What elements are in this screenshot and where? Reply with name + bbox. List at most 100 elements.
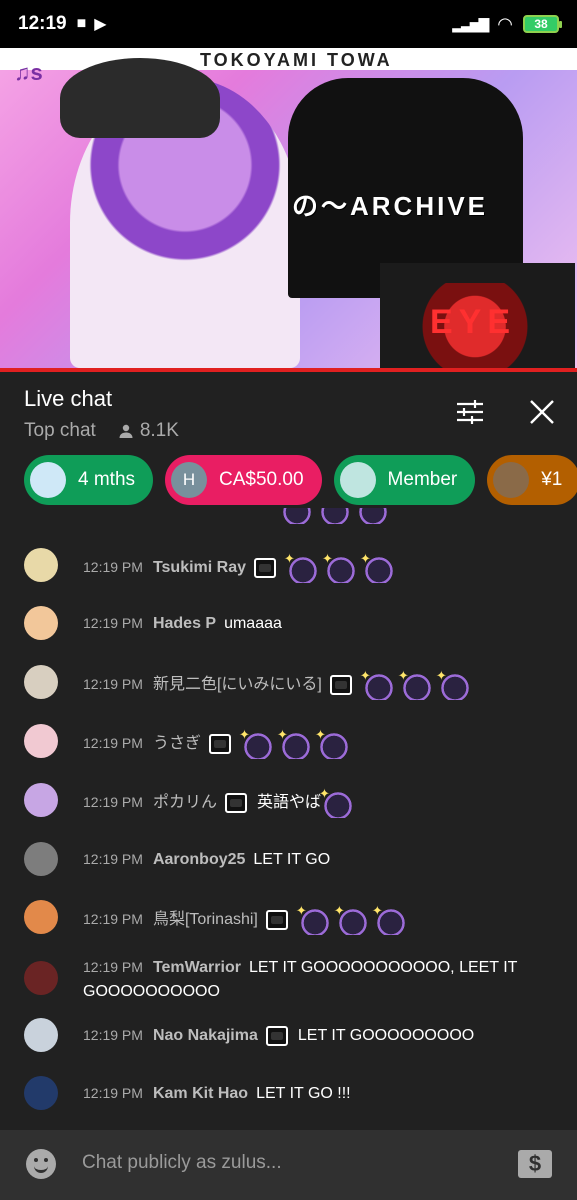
member-badge-icon xyxy=(208,734,231,754)
message-author[interactable]: ポカリん xyxy=(153,794,217,811)
notification-icons: ■ ▶ xyxy=(77,14,107,34)
person-icon xyxy=(119,424,133,438)
status-time: 12:19 xyxy=(18,13,67,34)
chat-subheader: Top chat 8.1K xyxy=(24,420,179,442)
ticker-item[interactable]: 4 mths xyxy=(24,455,154,505)
archive-text: の〜ARCHIVE xyxy=(292,191,489,221)
emote-icon xyxy=(319,782,355,818)
dollar-icon: $ xyxy=(528,1151,542,1176)
puzzle-icon: ■ xyxy=(76,15,87,32)
ticker-item[interactable]: H CA$50.00 xyxy=(165,455,322,505)
chat-title: Live chat xyxy=(24,386,113,411)
wifi-icon: ◠ xyxy=(497,13,513,34)
message-author[interactable]: Tsukimi Ray xyxy=(153,559,246,576)
message-author[interactable]: Aaronboy25 xyxy=(153,851,245,868)
video-banner: TOKOYAMI TOWA xyxy=(0,48,577,70)
ticker-item[interactable]: Member xyxy=(333,455,476,505)
emoji-icon[interactable] xyxy=(26,1149,56,1179)
ticker-bar: 4 mths H CA$50.00 Member ¥1 xyxy=(0,455,577,507)
message-time: 12:19 PM xyxy=(83,559,143,576)
message-author[interactable]: うさぎ xyxy=(153,735,201,752)
emote-icon xyxy=(277,723,313,759)
avatar xyxy=(24,606,58,640)
emote-icon xyxy=(296,899,332,935)
sliders-icon xyxy=(457,400,483,424)
message-time: 12:19 PM xyxy=(83,735,143,752)
avatar xyxy=(24,842,58,876)
member-badge-icon xyxy=(224,793,247,813)
message-text: 英語やば xyxy=(256,794,321,812)
avatar xyxy=(24,961,58,995)
emote-icon xyxy=(360,547,397,583)
emote-icon xyxy=(398,664,434,700)
message-author[interactable]: Nao Nakajima xyxy=(153,1027,258,1044)
signal-icon: ▂▃▅▇ xyxy=(452,15,489,32)
chat-mode-selector[interactable]: Top chat xyxy=(24,420,96,442)
message-text: LET IT GOOOOOOOOOOO, LEET IT GOOOOOOOOOO xyxy=(83,959,518,1000)
ticker-label: 4 mths xyxy=(78,469,136,490)
close-icon xyxy=(530,400,554,424)
chat-header: Live chat Top chat 8.1K xyxy=(0,372,577,456)
emote-icon xyxy=(239,723,275,759)
emote-icon xyxy=(284,547,321,583)
ticker-label: CA$50.00 xyxy=(219,469,304,490)
eye-text: EYE xyxy=(430,303,517,341)
message-author[interactable]: 新見二色[にいみにいる] xyxy=(153,676,322,693)
message-text: umaaaa xyxy=(224,615,282,632)
member-badge-icon xyxy=(254,558,277,578)
video-logo: ♫s xyxy=(14,60,43,85)
avatar xyxy=(24,724,58,758)
super-chat-button[interactable]: $ xyxy=(518,1150,552,1178)
message-time: 12:19 PM xyxy=(83,1085,143,1101)
message-time: 12:19 PM xyxy=(83,794,143,811)
ticker-label: Member xyxy=(387,469,458,490)
message-time: 12:19 PM xyxy=(83,615,143,631)
message-text: LET IT GO !!! xyxy=(256,1085,351,1102)
avatar xyxy=(24,665,58,699)
message-time: 12:19 PM xyxy=(83,911,143,928)
status-bar: 12:19 ■ ▶ ▂▃▅▇ ◠ 38 xyxy=(0,0,577,48)
ticker-avatar: H xyxy=(171,462,208,498)
video-player[interactable]: TOKOYAMI TOWA ♫s の〜ARCHIVE EYE xyxy=(0,48,577,370)
chat-message-list[interactable]: 12:19 PM Tsukimi Ray 12:19 PM Hades P umaaa… xyxy=(0,508,577,1130)
battery-icon: 38 xyxy=(523,15,562,33)
ticker-avatar xyxy=(30,462,66,498)
chat-input-bar: Chat publicly as zulus... $ xyxy=(0,1130,577,1200)
emote-icon xyxy=(334,899,370,935)
viewer-count: 8.1K xyxy=(118,420,179,442)
emote-icon xyxy=(372,899,408,935)
ticker-avatar xyxy=(339,462,376,498)
ticker-avatar xyxy=(493,462,530,498)
avatar xyxy=(24,1076,58,1110)
vtuber-hat xyxy=(60,58,220,138)
filter-settings-button[interactable] xyxy=(452,394,488,430)
message-author[interactable]: Hades P xyxy=(153,615,216,632)
message-time: 12:19 PM xyxy=(83,676,143,693)
ticker-item[interactable]: ¥1 xyxy=(487,455,577,505)
member-badge-icon xyxy=(329,675,352,695)
avatar xyxy=(24,900,58,934)
avatar xyxy=(24,1018,58,1052)
scrolled-emotes xyxy=(280,508,394,524)
message-text: LET IT GO xyxy=(253,851,331,868)
message-text: LET IT GOOOOOOOOO xyxy=(297,1027,475,1044)
play-store-icon: ▶ xyxy=(94,16,107,33)
member-badge-icon xyxy=(265,1025,288,1046)
avatar xyxy=(24,783,58,817)
emote-icon xyxy=(315,723,351,759)
avatar xyxy=(24,548,58,582)
message-time: 12:19 PM xyxy=(83,851,143,867)
emote-icon xyxy=(360,664,396,700)
emote-icon xyxy=(322,547,359,583)
eye-thumbnail: EYE xyxy=(380,263,575,370)
close-chat-button[interactable] xyxy=(524,394,560,430)
member-badge-icon xyxy=(265,910,288,930)
message-time: 12:19 PM xyxy=(83,1027,143,1043)
message-author[interactable]: 鳥梨[Torinashi] xyxy=(153,911,258,928)
message-author[interactable]: Kam Kit Hao xyxy=(153,1085,248,1102)
emote-icon xyxy=(436,664,472,700)
message-time: 12:19 PM xyxy=(83,959,143,975)
message-author[interactable]: TemWarrior xyxy=(153,959,241,976)
chat-input[interactable]: Chat publicly as zulus... xyxy=(82,1152,282,1174)
ticker-label: ¥1 xyxy=(541,469,563,490)
